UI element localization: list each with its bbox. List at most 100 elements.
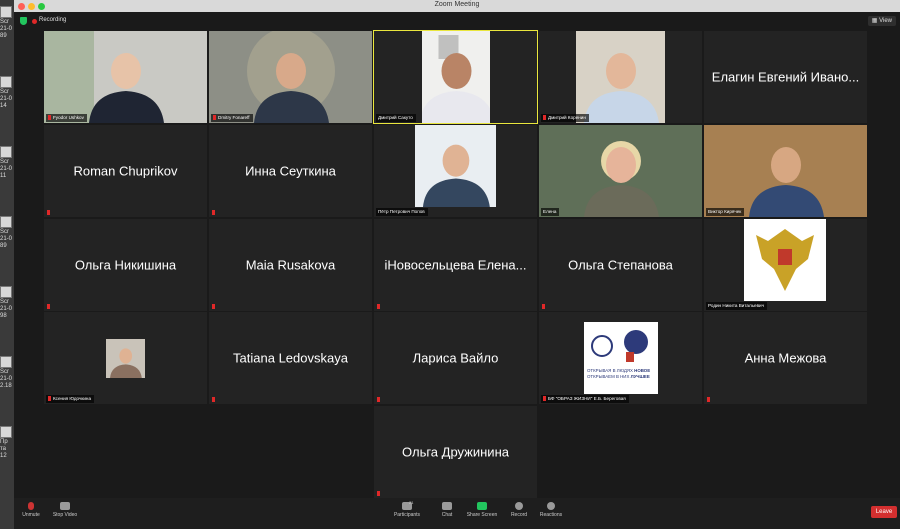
file-thumbnail-icon: [0, 286, 12, 298]
share-screen-button[interactable]: Share Screen: [466, 500, 498, 518]
participant-name-text: Пётр Петрович Попов: [378, 209, 425, 214]
view-label: View: [879, 18, 892, 24]
poster-word1: НОВОЕ: [634, 368, 651, 373]
desktop-file-icon[interactable]: Scr 21-0 89: [0, 216, 12, 250]
file-thumbnail-icon: [0, 6, 12, 18]
desktop-file-icon[interactable]: Scr 21-0 89: [0, 6, 12, 40]
desktop-file-label: 21-0: [0, 166, 13, 172]
file-thumbnail-icon: [0, 356, 12, 368]
participant-tile[interactable]: Инна Сеуткина: [209, 125, 372, 217]
desktop-file-icon[interactable]: Scr 21-0 2.18: [0, 356, 12, 390]
desktop-file-label: 21-0: [0, 96, 13, 102]
poster-line2: ОТКРЫВАЕМ В НИХ: [587, 374, 630, 379]
participant-tile[interactable]: Виктор Кирячек: [704, 125, 867, 217]
participant-tile[interactable]: Анна Межова: [704, 312, 867, 404]
record-icon: [515, 502, 523, 510]
share-screen-icon: [477, 502, 487, 510]
chat-label: Chat: [441, 512, 453, 518]
microphone-muted-icon: [48, 115, 51, 121]
participant-count: 21: [409, 500, 414, 505]
video-feed-image: [90, 339, 161, 378]
file-thumbnail-icon: [0, 216, 12, 228]
participant-tile[interactable]: Ольга Степанова: [539, 219, 702, 311]
video-camera-icon: [60, 502, 70, 510]
participant-tile[interactable]: Ольга Дружинина: [374, 406, 537, 498]
participant-tile[interactable]: Tatiana Ledovskaya: [209, 312, 372, 404]
window-title: Zoom Meeting: [434, 1, 480, 8]
participant-tile[interactable]: Дмитрий Сакуто: [373, 30, 538, 124]
meeting-toolbar: Unmute Stop Video Participants 21 Chat S…: [14, 498, 900, 529]
participant-display-name: Елагин Евгений Ивано...: [711, 69, 860, 85]
shield-icon[interactable]: [20, 17, 27, 25]
reactions-button[interactable]: Reactions: [538, 500, 564, 518]
participant-name-text: Fyodor Ushkov: [53, 115, 84, 120]
participant-name-text: Dmitry Fonareff: [218, 115, 250, 120]
participants-label: Participants: [393, 512, 421, 518]
microphone-muted-icon: [47, 304, 50, 309]
video-feed-image: [539, 125, 702, 217]
participant-name-label: Елена: [541, 208, 560, 216]
meeting-topbar: Recording ▦ View: [14, 12, 900, 30]
participant-name-text: Родин Никита Витальевич: [708, 303, 764, 308]
desktop-file-icon[interactable]: Пр та 12: [0, 426, 12, 460]
participant-tile[interactable]: Елена: [539, 125, 702, 217]
participant-name-label: Dmitry Fonareff: [211, 114, 253, 122]
microphone-muted-icon: [377, 491, 380, 496]
microphone-muted-icon: [543, 115, 546, 121]
file-thumbnail-icon: [0, 146, 12, 158]
desktop-file-icon[interactable]: Scr 21-0 11: [0, 146, 12, 180]
participants-button[interactable]: Participants: [392, 500, 422, 518]
participant-tile[interactable]: Roman Chuprikov: [44, 125, 207, 217]
desktop-file-icon[interactable]: Scr 21-0 98: [0, 286, 12, 320]
file-thumbnail-icon: [0, 76, 12, 88]
desktop-file-label: Пр: [0, 439, 8, 445]
participant-tile[interactable]: Дмитрий Коренин: [539, 31, 702, 123]
participant-tile[interactable]: Елагин Евгений Ивано...: [704, 31, 867, 123]
poster-word2: ЛУЧШЕЕ: [630, 374, 650, 379]
participant-tile[interactable]: Родин Никита Витальевич: [704, 219, 867, 311]
desktop-file-label: 89: [0, 243, 7, 249]
video-feed-image: [382, 125, 529, 207]
participant-tile[interactable]: Ольга Никишина: [44, 219, 207, 311]
stop-video-button[interactable]: Stop Video: [50, 500, 80, 518]
participant-tile[interactable]: Dmitry Fonareff: [209, 31, 372, 123]
participant-tile[interactable]: Fyodor Ushkov: [44, 31, 207, 123]
participant-display-name: Инна Сеуткина: [245, 163, 336, 179]
coat-of-arms-emblem: [744, 219, 826, 301]
participant-display-name: Анна Межова: [744, 350, 827, 366]
participant-tile[interactable]: iНовосельцева Елена...: [374, 219, 537, 311]
desktop-file-icon[interactable]: Scr 21-0 14: [0, 76, 12, 110]
participant-tile[interactable]: Maia Rusakova: [209, 219, 372, 311]
unmute-label: Unmute: [22, 512, 40, 518]
poster-line1: ОТКРЫВАЯ В ЛЮДЯХ: [587, 368, 633, 373]
participant-name-label: Пётр Петрович Попов: [376, 208, 428, 216]
record-button[interactable]: Record: [508, 500, 530, 518]
participant-name-text: Виктор Кирячек: [708, 209, 742, 214]
microphone-muted-icon: [212, 397, 215, 402]
participant-tile[interactable]: ОТКРЫВАЯ В ЛЮДЯХ НОВОЕ ОТКРЫВАЕМ В НИХ Л…: [539, 312, 702, 404]
participant-tile[interactable]: Ксения Юдочкина: [44, 312, 207, 404]
participant-tile[interactable]: Пётр Петрович Попов: [374, 125, 537, 217]
view-button[interactable]: ▦ View: [867, 16, 896, 26]
leave-button[interactable]: Leave: [871, 506, 897, 518]
participant-tile[interactable]: Лариса Вайло: [374, 312, 537, 404]
microphone-muted-icon: [212, 210, 215, 215]
desktop-file-label: Scr: [0, 159, 9, 165]
poster-image: ОТКРЫВАЯ В ЛЮДЯХ НОВОЕ ОТКРЫВАЕМ В НИХ Л…: [584, 322, 658, 394]
file-thumbnail-icon: [0, 426, 12, 438]
desktop-file-label: 89: [0, 33, 7, 39]
participant-display-name: Maia Rusakova: [245, 257, 336, 273]
participant-name-text: Дмитрий Коренин: [548, 115, 586, 120]
participant-name-label: Ксения Юдочкина: [46, 395, 95, 403]
microphone-muted-icon: [707, 397, 710, 402]
participant-display-name: Tatiana Ledovskaya: [233, 350, 348, 366]
meeting-window: Recording ▦ View Fyodor Ushkov Dmitry Fo…: [14, 12, 900, 529]
desktop-file-label: Scr: [0, 89, 9, 95]
double-headed-eagle-icon: [756, 229, 814, 291]
microphone-muted-icon: [213, 115, 216, 121]
desktop-file-label: 11: [0, 173, 7, 179]
unmute-button[interactable]: Unmute: [18, 500, 44, 518]
desktop-file-label: 21-0: [0, 26, 13, 32]
chat-button[interactable]: Chat: [438, 500, 456, 518]
participant-name-label: Fyodor Ushkov: [46, 114, 87, 122]
